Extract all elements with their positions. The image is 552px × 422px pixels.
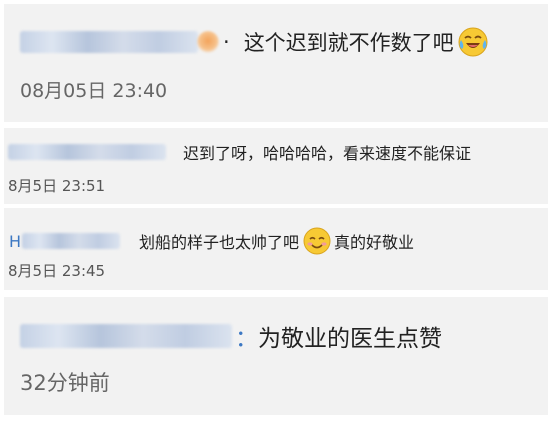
comment-line: ： 为敬业的医生点赞 (20, 319, 442, 353)
comment-timestamp: 8月5日 23:51 (8, 177, 106, 195)
commenter-name-blurred[interactable] (20, 30, 198, 54)
comment-line: · 这个迟到就不作数了吧 (20, 26, 489, 58)
user-badge-icon (197, 31, 219, 53)
comment-line: H 划船的样子也太帅了吧 真的好敬业 (8, 226, 414, 256)
comment-text: 为敬业的医生点赞 (258, 326, 442, 352)
comment-timestamp: 8月5日 23:45 (8, 262, 106, 280)
comment-card: · 这个迟到就不作数了吧 08月05日 23:40 (4, 4, 548, 122)
commenter-name-prefix[interactable]: H (9, 232, 21, 251)
comment-card: H 划船的样子也太帅了吧 真的好敬业 8月5日 23:45 (4, 208, 548, 290)
name-separator: · (223, 30, 230, 54)
comment-text-continued: 真的好敬业 (334, 233, 415, 252)
smiling-blush-emoji-icon (302, 226, 332, 256)
comment-text: 这个迟到就不作数了吧 (243, 31, 454, 55)
comment-feed: · 这个迟到就不作数了吧 08月05日 23:40 迟到了呀，哈哈哈哈，看来速度… (0, 0, 552, 422)
comment-text: 迟到了呀，哈哈哈哈，看来速度不能保证 (183, 144, 472, 163)
comment-timestamp: 32分钟前 (20, 371, 110, 395)
laughing-crying-emoji-icon (457, 26, 489, 58)
commenter-name-blurred[interactable] (8, 143, 166, 161)
comment-card: ： 为敬业的医生点赞 32分钟前 (4, 297, 548, 415)
comment-line: 迟到了呀，哈哈哈哈，看来速度不能保证 (8, 140, 471, 164)
comment-timestamp: 08月05日 23:40 (20, 80, 168, 102)
commenter-name-blurred[interactable] (22, 232, 121, 250)
comment-text: 划船的样子也太帅了吧 (139, 233, 300, 252)
name-separator: ： (235, 326, 258, 352)
comment-card: 迟到了呀，哈哈哈哈，看来速度不能保证 8月5日 23:51 (4, 128, 548, 204)
commenter-name-blurred[interactable] (20, 323, 232, 349)
